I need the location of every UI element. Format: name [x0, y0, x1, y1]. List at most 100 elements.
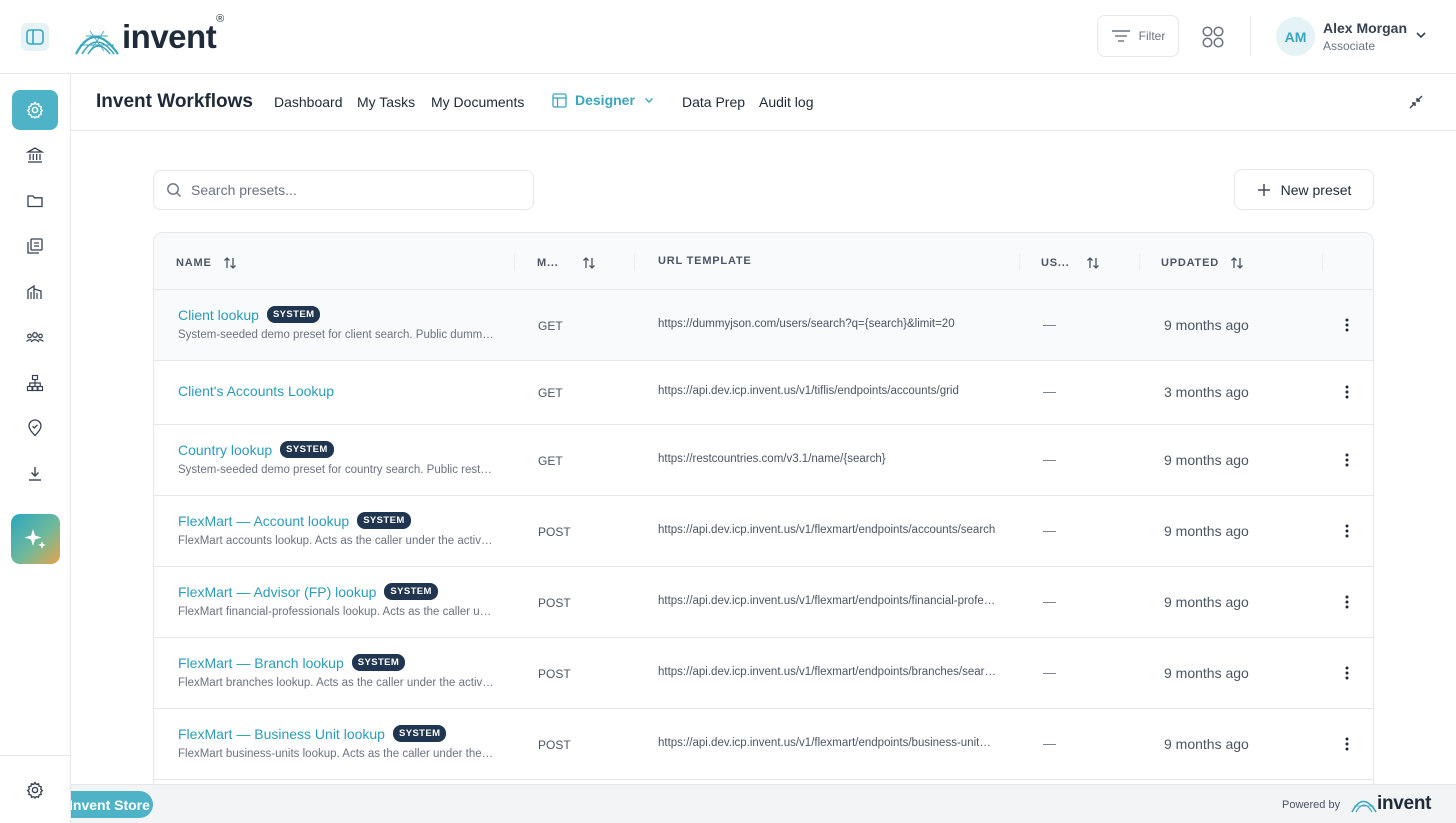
search-input[interactable] [191, 182, 511, 198]
user-menu-chevron[interactable] [1414, 28, 1428, 47]
preset-name-link[interactable]: Client's Accounts Lookup [178, 383, 334, 399]
column-header-name[interactable]: NAME [176, 255, 238, 271]
row-actions-button[interactable] [1340, 593, 1354, 611]
table-row[interactable]: FlexMart — Branch lookup SYSTEM FlexMart… [154, 638, 1373, 709]
column-header-url-template[interactable]: URL TEMPLATE [658, 255, 752, 267]
nav-data-prep[interactable]: Data Prep [682, 94, 745, 110]
row-actions-button[interactable] [1340, 451, 1354, 469]
row-actions-button[interactable] [1340, 316, 1354, 334]
sidebar-item-download[interactable] [12, 454, 58, 494]
system-badge: SYSTEM [266, 306, 321, 323]
table-row[interactable]: FlexMart — Account lookup SYSTEM FlexMar… [154, 496, 1373, 567]
kebab-menu-icon [1345, 318, 1349, 332]
preset-description: FlexMart financial-professionals lookup.… [178, 606, 494, 618]
hierarchy-icon [26, 374, 44, 392]
sidebar-settings-button[interactable] [24, 779, 46, 801]
preset-name-cell: FlexMart — Business Unit lookup SYSTEM [178, 725, 447, 742]
column-separator[interactable] [514, 253, 515, 271]
presets-table: NAME M... URL TEMPLATE US... UPDATED Cli… [153, 232, 1374, 792]
preset-method: GET [538, 454, 563, 468]
nav-dashboard[interactable]: Dashboard [274, 94, 343, 110]
sidebar-toggle-button[interactable] [21, 23, 49, 51]
kebab-menu-icon [1345, 385, 1349, 399]
preset-method: GET [538, 386, 563, 400]
sidebar-item-bank[interactable] [12, 135, 58, 175]
filter-icon [1111, 30, 1130, 42]
table-row[interactable]: Client lookup SYSTEM System-seeded demo … [154, 290, 1373, 361]
table-row[interactable]: FlexMart — Advisor (FP) lookup SYSTEM Fl… [154, 567, 1373, 638]
sidebar-item-buildings[interactable] [12, 272, 58, 312]
kebab-menu-icon [1345, 524, 1349, 538]
preset-name-link[interactable]: FlexMart — Business Unit lookup [178, 726, 385, 742]
row-actions-button[interactable] [1340, 735, 1354, 753]
column-separator[interactable] [1322, 253, 1323, 271]
top-header: invent ® Filter AM Alex Morgan Associate [0, 0, 1456, 74]
preset-name-link[interactable]: Client lookup [178, 307, 259, 323]
new-preset-label: New preset [1280, 181, 1352, 198]
sidebar-item-hierarchy[interactable] [12, 363, 58, 403]
chevron-down-icon [644, 98, 653, 103]
preset-name-link[interactable]: Country lookup [178, 442, 272, 458]
nav-my-tasks[interactable]: My Tasks [357, 94, 415, 110]
search-icon [167, 183, 181, 197]
collapse-icon [1409, 95, 1423, 109]
sidebar-item-documents[interactable] [12, 226, 58, 266]
preset-name-cell: FlexMart — Advisor (FP) lookup SYSTEM [178, 583, 438, 600]
plus-icon [1257, 183, 1270, 196]
sidebar-item-users[interactable] [12, 317, 58, 357]
collapse-button[interactable] [1407, 93, 1425, 111]
sort-icon[interactable] [1229, 255, 1245, 271]
ai-assistant-button[interactable] [11, 514, 60, 564]
preset-description: FlexMart business-units lookup. Acts as … [178, 748, 494, 760]
nav-audit-log[interactable]: Audit log [759, 94, 813, 110]
row-actions-button[interactable] [1340, 664, 1354, 682]
header-divider [1250, 16, 1251, 56]
logo-arch-icon [75, 30, 119, 55]
avatar[interactable]: AM [1276, 17, 1315, 56]
column-separator[interactable] [1019, 253, 1020, 271]
search-presets[interactable] [153, 170, 534, 210]
invent-store-label: Invent Store [71, 796, 150, 813]
table-row[interactable]: FlexMart — Business Unit lookup SYSTEM F… [154, 709, 1373, 780]
registered-mark: ® [216, 13, 225, 25]
column-header-method[interactable]: M... [537, 255, 597, 271]
settings-icon [26, 781, 44, 799]
user-name[interactable]: Alex Morgan [1323, 20, 1407, 36]
kebab-menu-icon [1345, 595, 1349, 609]
row-actions-button[interactable] [1340, 522, 1354, 540]
preset-name-link[interactable]: FlexMart — Branch lookup [178, 655, 344, 671]
preset-name-link[interactable]: FlexMart — Advisor (FP) lookup [178, 584, 376, 600]
user-role: Associate [1323, 39, 1376, 53]
new-preset-button[interactable]: New preset [1234, 169, 1374, 210]
column-header-used[interactable]: US... [1041, 255, 1101, 271]
column-separator[interactable] [634, 253, 635, 271]
sidebar-item-location[interactable] [12, 408, 58, 448]
preset-used: — [1043, 594, 1056, 609]
sub-navigation: Invent Workflows Dashboard My Tasks My D… [71, 74, 1456, 131]
apps-grid-button[interactable] [1198, 22, 1228, 52]
invent-store-button[interactable]: Invent Store [71, 791, 153, 818]
sort-icon[interactable] [222, 255, 238, 271]
sort-icon[interactable] [1085, 255, 1101, 271]
preset-name-link[interactable]: FlexMart — Account lookup [178, 513, 349, 529]
kebab-menu-icon [1345, 737, 1349, 751]
preset-updated: 9 months ago [1164, 317, 1249, 333]
preset-description: FlexMart branches lookup. Acts as the ca… [178, 677, 494, 689]
preset-used: — [1043, 452, 1056, 467]
sidebar-item-folders[interactable] [12, 181, 58, 221]
sort-icon[interactable] [581, 255, 597, 271]
column-separator[interactable] [1139, 253, 1140, 271]
table-row[interactable]: Client's Accounts Lookup GET https://api… [154, 361, 1373, 425]
preset-updated: 9 months ago [1164, 665, 1249, 681]
nav-my-documents[interactable]: My Documents [431, 94, 524, 110]
sidebar-item-workflows[interactable] [12, 90, 58, 130]
preset-updated: 9 months ago [1164, 736, 1249, 752]
filter-button[interactable]: Filter [1097, 15, 1179, 57]
column-header-updated[interactable]: UPDATED [1161, 255, 1245, 271]
row-actions-button[interactable] [1340, 383, 1354, 401]
nav-designer[interactable]: Designer [552, 92, 655, 108]
invent-logo[interactable]: invent ® [74, 13, 224, 56]
gear-icon [26, 101, 44, 119]
table-row[interactable]: Country lookup SYSTEM System-seeded demo… [154, 425, 1373, 496]
sidebar-divider [0, 755, 71, 756]
